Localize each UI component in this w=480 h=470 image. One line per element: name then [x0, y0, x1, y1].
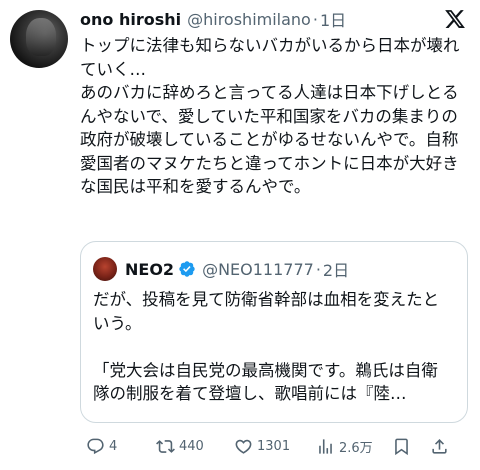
view-count: 2.6万	[339, 440, 373, 456]
views-icon	[319, 438, 332, 454]
share-icon	[432, 438, 447, 454]
like-count: 1301	[257, 438, 291, 454]
x-logo-icon	[445, 10, 465, 28]
header-separator: ·	[312, 9, 318, 29]
share-button[interactable]	[430, 437, 454, 456]
post-text: トップに法律も知らないバカがいるから日本が壊れていく… あのバカに辞めろと言って…	[80, 36, 460, 196]
bookmark-button[interactable]	[392, 437, 430, 456]
quoted-post-text: だが、投稿を見て防衛省幹部は血相を変えたという。 「党大会は自民党の最高機関です…	[93, 290, 440, 403]
quoted-author-handle: @NEO111777	[202, 259, 314, 279]
repost-count: 440	[179, 438, 204, 454]
repost-icon	[156, 439, 175, 453]
post-header: ono hiroshi @hiroshimilano · 1日	[80, 6, 432, 32]
author-display-name[interactable]: ono hiroshi	[80, 10, 181, 29]
reply-count: 4	[109, 438, 118, 454]
reply-button[interactable]: 4	[86, 437, 156, 456]
quoted-author-display-name: NEO2	[125, 259, 175, 279]
verified-badge-icon	[179, 261, 195, 277]
author-handle[interactable]: @hiroshimilano	[187, 10, 311, 29]
quoted-post-time: 2日	[322, 261, 350, 280]
views-button[interactable]: 2.6万	[316, 437, 392, 456]
like-icon	[235, 439, 252, 454]
quoted-post[interactable]: NEO2 @NEO111777 · 2日 だが、投稿を見て防衛省幹部は血相を変え…	[80, 241, 468, 423]
quoted-header-separator: ·	[315, 259, 321, 279]
reply-icon	[87, 438, 104, 454]
quoted-author-avatar	[93, 257, 117, 281]
post-time[interactable]: 1日	[320, 7, 346, 31]
repost-button[interactable]: 440	[156, 437, 234, 456]
quoted-post-header: NEO2 @NEO111777 · 2日	[93, 256, 349, 282]
author-avatar[interactable]	[10, 10, 68, 68]
like-button[interactable]: 1301	[234, 437, 316, 456]
bookmark-icon	[395, 438, 408, 455]
action-bar: 4 440 1301 2.6万	[86, 434, 466, 458]
post: ono hiroshi @hiroshimilano · 1日 トップに法律も知…	[0, 0, 480, 470]
